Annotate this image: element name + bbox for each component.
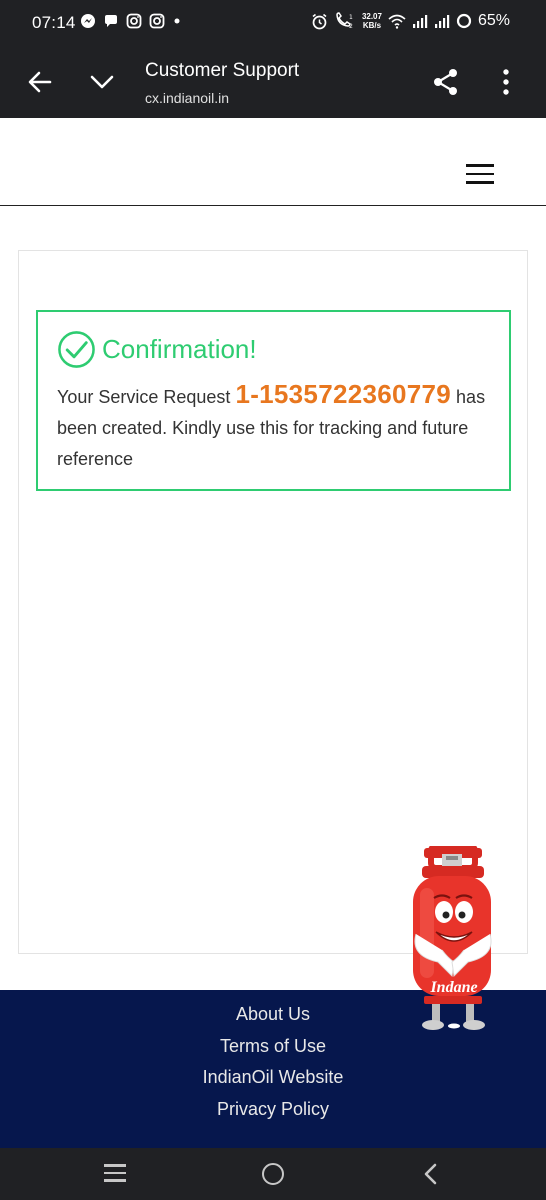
indane-mascot-chat-button[interactable]: Indane	[408, 846, 496, 1032]
footer-link-terms-of-use[interactable]: Terms of Use	[0, 1036, 546, 1057]
check-circle-icon	[58, 331, 95, 368]
menu-line	[466, 172, 494, 175]
recent-line	[104, 1164, 126, 1167]
svg-text:1: 1	[349, 14, 353, 21]
menu-line	[466, 164, 494, 167]
volte-call-icon: 12	[336, 12, 353, 30]
recent-line	[104, 1171, 126, 1174]
system-nav-bar	[0, 1148, 546, 1200]
signal-sim1-icon	[412, 14, 428, 28]
confirmation-box: Confirmation! Your Service Request 1-153…	[36, 310, 511, 491]
messenger-icon	[81, 14, 95, 28]
share-icon[interactable]	[432, 68, 460, 96]
dot-icon	[174, 18, 180, 24]
confirmation-title: Confirmation!	[102, 334, 257, 364]
network-speed: 32.07 KB/s	[362, 12, 382, 30]
battery-percent: 65%	[477, 12, 510, 29]
mascot-brand-label: Indane	[429, 979, 477, 996]
chevron-down-icon[interactable]	[88, 68, 116, 96]
page-url: cx.indianoil.in	[145, 90, 230, 106]
wifi-icon	[388, 14, 406, 29]
instagram-icon	[149, 13, 165, 29]
service-request-number: 1-1535722360779	[235, 379, 452, 409]
browser-toolbar: Customer Support cx.indianoil.in	[0, 46, 546, 118]
recent-apps-icon[interactable]	[104, 1164, 126, 1182]
confirmation-header: Confirmation!	[57, 330, 489, 369]
message-prefix: Your Service Request	[57, 387, 236, 407]
status-bar: 07:14 12 32.07 KB/s 65%	[0, 0, 546, 46]
menu-icon[interactable]	[466, 164, 494, 184]
menu-line	[466, 181, 494, 184]
svg-text:2: 2	[349, 23, 353, 30]
home-icon[interactable]	[262, 1163, 284, 1185]
signal-sim2-icon	[434, 14, 450, 28]
back-arrow-icon[interactable]	[26, 68, 54, 96]
confirmation-message: Your Service Request 1-1535722360779 has…	[57, 379, 489, 475]
battery-icon	[456, 13, 472, 29]
page-title: Customer Support	[145, 60, 300, 81]
instagram-icon	[126, 13, 142, 29]
chat-bubble-icon	[105, 15, 117, 27]
nav-back-icon[interactable]	[422, 1162, 438, 1186]
notification-icons	[80, 13, 182, 29]
status-time: 07:14	[32, 13, 76, 32]
alarm-icon	[312, 13, 327, 29]
site-header	[0, 118, 546, 206]
speed-unit: KB/s	[362, 21, 382, 30]
more-vert-icon[interactable]	[496, 68, 516, 96]
footer-link-privacy-policy[interactable]: Privacy Policy	[0, 1099, 546, 1120]
footer-link-indianoil-website[interactable]: IndianOil Website	[0, 1067, 546, 1088]
recent-line	[104, 1179, 126, 1182]
speed-value: 32.07	[361, 12, 382, 21]
system-indicators: 12 32.07 KB/s 65%	[311, 12, 510, 30]
